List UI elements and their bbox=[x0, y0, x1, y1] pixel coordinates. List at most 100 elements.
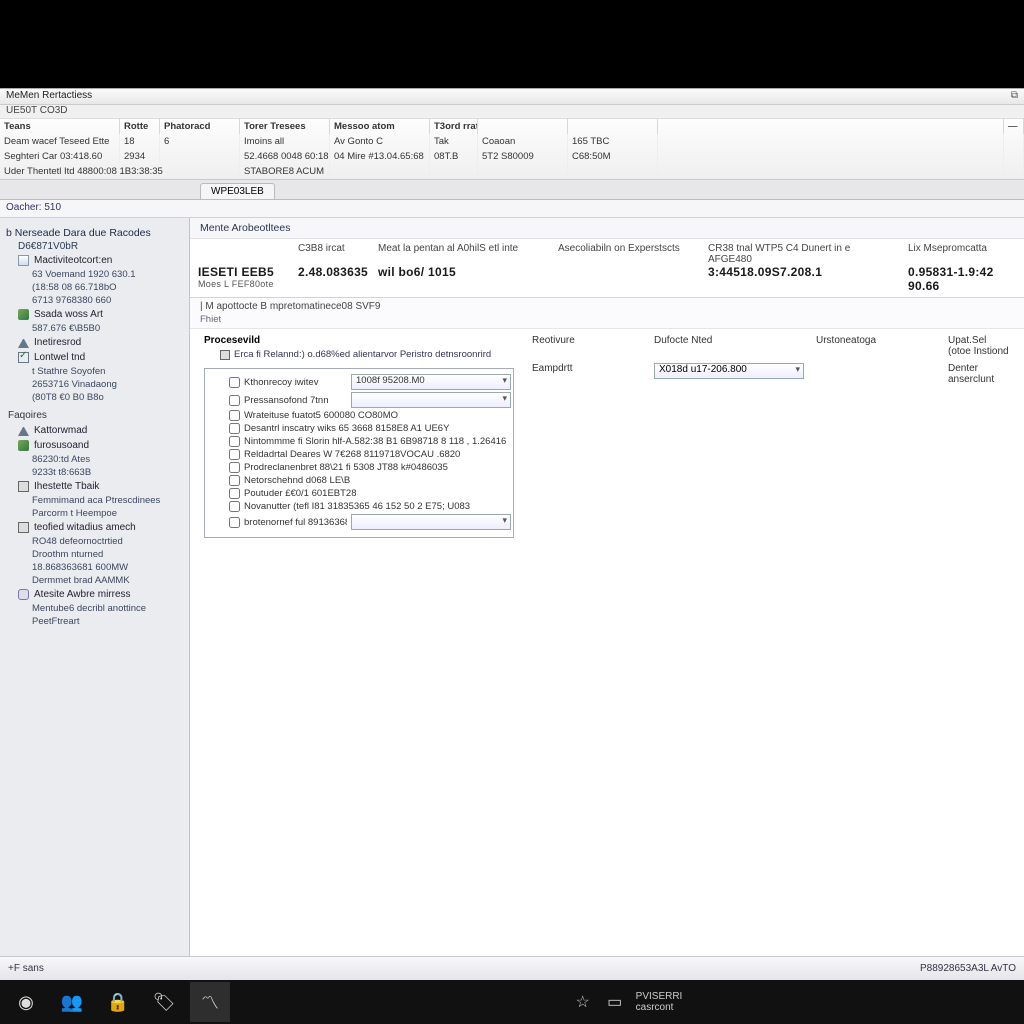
tri-icon bbox=[18, 337, 29, 348]
taskbar-btn-app-icon[interactable]: 〽 bbox=[190, 982, 230, 1022]
tabstrip: WPE03LEB bbox=[0, 180, 1024, 200]
taskbar-btn-tag-icon[interactable]: 🏷 bbox=[144, 982, 184, 1022]
main-panel: Mente Arobeotltees C3B8 ircatMeat la pen… bbox=[190, 218, 1024, 980]
titlebar: MeMen Rertactiess ⧉ bbox=[0, 89, 1024, 105]
info-cell: Coaoan bbox=[478, 134, 568, 149]
detail-col-header: Upat.Sel (otoe Instiond bbox=[948, 335, 1010, 359]
detail-dropdown[interactable]: X018d u17-206.800 bbox=[654, 363, 804, 379]
taskbar-center-disk-icon[interactable]: ▭ bbox=[604, 991, 626, 1013]
option-combo[interactable] bbox=[351, 514, 511, 530]
app-window: MeMen Rertactiess ⧉ UE50T CO3D Teans Rot… bbox=[0, 88, 1024, 980]
sidebar-item-subline: (80T8 €0 B0 B8o bbox=[0, 391, 185, 404]
option-checkbox[interactable] bbox=[229, 410, 240, 421]
tab-active[interactable]: WPE03LEB bbox=[200, 183, 275, 199]
info-cell: 08T.B bbox=[430, 149, 478, 164]
info-hdr bbox=[658, 119, 1004, 134]
option-label: Netorschehnd d068 LE\B bbox=[244, 475, 511, 486]
option-combo[interactable] bbox=[351, 392, 511, 408]
chain-icon bbox=[18, 589, 29, 600]
form-group-title: Procesevild bbox=[204, 335, 514, 349]
sidebar-item-label: Inetiresrod bbox=[34, 337, 81, 348]
summary-header: C3B8 ircat bbox=[290, 239, 370, 265]
panel-minimize-button[interactable]: — bbox=[1004, 119, 1024, 134]
detail-col-header: Urstoneatoga bbox=[816, 335, 936, 359]
detail-col-header: Dufocte Nted bbox=[654, 335, 804, 359]
sidebar-item[interactable]: Atesite Awbre mirress bbox=[0, 587, 185, 602]
option-checkbox[interactable] bbox=[229, 395, 240, 406]
option-checkbox[interactable] bbox=[229, 462, 240, 473]
option-checkbox[interactable] bbox=[229, 423, 240, 434]
checkbox-row: Reldadrtal Deares W 7€268 8119718VOCAU .… bbox=[207, 448, 511, 461]
taskbar-btn-globe-icon[interactable]: ◉ bbox=[6, 982, 46, 1022]
sidebar-item[interactable]: teofied witadius amech bbox=[0, 520, 185, 535]
sidebar-item[interactable]: Ihestette Tbaik bbox=[0, 479, 185, 494]
sidebar-item-subline: Parcorm t Heempoe bbox=[0, 507, 185, 520]
info-hdr: Rotte bbox=[120, 119, 160, 134]
pen-icon bbox=[18, 440, 29, 451]
sidebar-item-subline: 587.676 €\B5B0 bbox=[0, 322, 185, 335]
info-cell: Av Gonto C bbox=[330, 134, 430, 149]
sidebar-item[interactable]: furosusoand bbox=[0, 438, 185, 453]
sidebar-item-label: Lontwel tnd bbox=[34, 352, 85, 363]
sidebar-item-subline: 2653716 Vinadaong bbox=[0, 378, 185, 391]
info-cell: 2934 bbox=[120, 149, 160, 164]
sidebar-item-subline: 86230:td Ates bbox=[0, 453, 185, 466]
info-hdr: Teans bbox=[0, 119, 120, 134]
sidebar-item[interactable]: Ssada woss Art bbox=[0, 307, 185, 322]
checkbox-row: Prodreclanenbret 88\21 fi 5308 JT88 k#04… bbox=[207, 461, 511, 474]
desktop-black-area bbox=[0, 0, 1024, 88]
detail-col-header: Reotivure bbox=[532, 335, 642, 359]
sidebar-item-subline: 9233t t8:663B bbox=[0, 466, 185, 479]
check-icon bbox=[18, 352, 29, 363]
substrip-b: Fhiet bbox=[200, 312, 1014, 325]
option-combo[interactable]: 1008f 95208.M0 bbox=[351, 374, 511, 390]
sidebar-item-subline: 6713 9768380 660 bbox=[0, 294, 185, 307]
option-checkbox[interactable] bbox=[229, 475, 240, 486]
option-checkbox[interactable] bbox=[229, 488, 240, 499]
info-hdr: Torer Tresees bbox=[240, 119, 330, 134]
option-label: Desantrl inscatry wiks 65 3668 8158E8 A1… bbox=[244, 423, 511, 434]
option-checkbox[interactable] bbox=[229, 517, 240, 528]
sidebar-item[interactable]: Inetiresrod bbox=[0, 335, 185, 350]
tri-icon bbox=[18, 425, 29, 436]
info-hdr: Phatoracd bbox=[160, 119, 240, 134]
option-checkbox[interactable] bbox=[229, 449, 240, 460]
taskbar-btn-lock-icon[interactable]: 🔒 bbox=[98, 982, 138, 1022]
sidebar-item-label: Atesite Awbre mirress bbox=[34, 589, 131, 600]
taskbar: ◉ 👥 🔒 🏷 〽 ☆ ▭ PVISERRI casrcont bbox=[0, 980, 1024, 1024]
sidebar-item-subline: t Stathre Soyofen bbox=[0, 365, 185, 378]
sidebar-item[interactable]: Mactiviteotcort:en bbox=[0, 253, 185, 268]
checkbox-list: Kthonrecoy iwitev1008f 95208.M0Pressanso… bbox=[204, 368, 514, 538]
info-hdr: T3ord rrate: Edo bbox=[430, 119, 478, 134]
info-cell: 165 TBC bbox=[568, 134, 658, 149]
summary-grid: C3B8 ircatMeat la pentan al A0hilS etl i… bbox=[190, 239, 1024, 298]
window-control-icon[interactable]: ⧉ bbox=[1011, 90, 1018, 103]
status-left: +F sans bbox=[8, 963, 44, 974]
option-label: brotenornef ful 89136368 bbox=[244, 517, 347, 528]
tree-collapse-icon[interactable] bbox=[220, 350, 230, 360]
taskbar-btn-people-icon[interactable]: 👥 bbox=[52, 982, 92, 1022]
sidebar-item[interactable]: Lontwel tnd bbox=[0, 350, 185, 365]
sidebar-item-label: Ssada woss Art bbox=[34, 309, 103, 320]
sidebar-item-subline: Femmimand aca Ptrescdinees bbox=[0, 494, 185, 507]
option-label: Poutuder £€0/1 601EBT28 bbox=[244, 488, 511, 499]
info-cell: Seghteri Car 03:418.60 bbox=[0, 149, 120, 164]
info-hdr: Messoo atom bbox=[330, 119, 430, 134]
window-subtitle: UE50T CO3D bbox=[0, 105, 1024, 119]
info-cell: STABORE8 ACUM bbox=[240, 164, 330, 179]
sidebar-item-subline: (18:58 08 66.718bO bbox=[0, 281, 185, 294]
info-cell: Uder Thentetl Itd 48800:08 1B3:38:35 bbox=[0, 164, 240, 179]
sidebar-item-label: Mactiviteotcort:en bbox=[34, 255, 112, 266]
taskbar-center-logo-icon[interactable]: ☆ bbox=[572, 991, 594, 1013]
summary-header: Meat la pentan al A0hilS etl inte bbox=[370, 239, 550, 265]
substrip-a: | M apottocte B mpretomatinece08 SVF9 bbox=[200, 301, 1014, 312]
checkbox-row: Nintommme fi Slorin hlf-A.582:38 B1 6B98… bbox=[207, 435, 511, 448]
checkbox-row: Wrateituse fuatot5 600080 CO80MO bbox=[207, 409, 511, 422]
sidebar-item[interactable]: Kattorwmad bbox=[0, 423, 185, 438]
option-checkbox[interactable] bbox=[229, 377, 240, 388]
summary-header bbox=[190, 239, 290, 265]
sidebar-item-subline: Droothm nturned bbox=[0, 548, 185, 561]
checkbox-row: Kthonrecoy iwitev1008f 95208.M0 bbox=[207, 373, 511, 391]
option-checkbox[interactable] bbox=[229, 501, 240, 512]
option-checkbox[interactable] bbox=[229, 436, 240, 447]
